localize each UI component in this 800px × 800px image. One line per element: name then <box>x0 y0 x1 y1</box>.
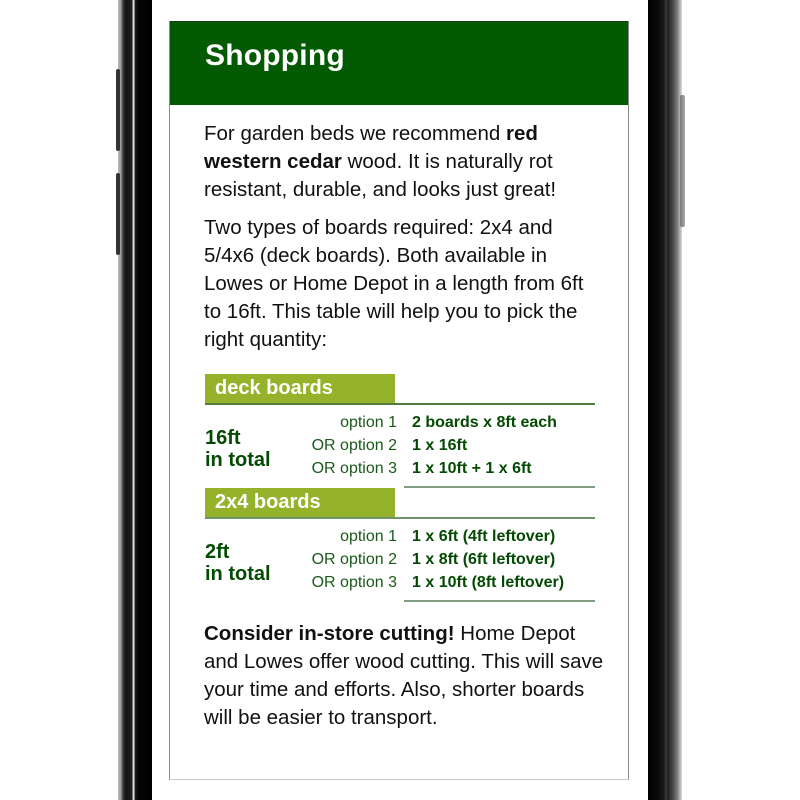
option-labels: option 1 OR option 2 OR option 3 <box>285 525 397 594</box>
total-value: 2ft <box>205 541 230 563</box>
option-label: OR option 2 <box>311 437 397 454</box>
category-header: 2x4 boards <box>205 488 395 517</box>
total-caption: in total <box>205 449 271 471</box>
page-header: Shopping <box>170 21 628 105</box>
tip-highlight: Consider in-store cutting! <box>204 622 455 645</box>
intro-paragraph-1: For garden beds we recommend red western… <box>204 120 604 204</box>
option-value: 1 x 10ft (8ft leftover) <box>412 574 565 591</box>
option-values: 1 x 6ft (4ft leftover) 1 x 8ft (6ft left… <box>412 525 612 594</box>
divider <box>404 486 595 488</box>
phone-power-button <box>680 95 685 227</box>
option-value: 2 boards x 8ft each <box>412 414 557 431</box>
phone-side-button <box>116 173 120 255</box>
option-label: option 1 <box>340 528 397 545</box>
intro-text-part: For garden beds we recommend <box>204 122 506 145</box>
option-value: 1 x 10ft + 1 x 6ft <box>412 460 532 477</box>
intro-text: For garden beds we recommend red western… <box>204 120 604 364</box>
option-label: OR option 3 <box>311 574 397 591</box>
total-length: 16ft in total <box>205 427 271 471</box>
divider <box>205 517 595 519</box>
page-title: Shopping <box>205 39 345 72</box>
phone-side-button <box>116 69 120 151</box>
screen-card: Shopping For garden beds we recommend re… <box>169 21 629 780</box>
total-caption: in total <box>205 563 271 585</box>
total-value: 16ft <box>205 427 241 449</box>
category-header: deck boards <box>205 374 395 403</box>
tip-text: Consider in-store cutting! Home Depot an… <box>204 620 604 742</box>
divider <box>205 403 595 405</box>
option-value: 1 x 6ft (4ft leftover) <box>412 528 556 545</box>
total-length: 2ft in total <box>205 541 271 585</box>
option-label: option 1 <box>340 414 397 431</box>
option-value: 1 x 16ft <box>412 437 468 454</box>
option-label: OR option 3 <box>311 460 397 477</box>
option-value: 1 x 8ft (6ft leftover) <box>412 551 556 568</box>
phone-frame-left <box>118 0 152 800</box>
phone-frame-right <box>648 0 682 800</box>
divider <box>404 600 595 602</box>
option-values: 2 boards x 8ft each 1 x 16ft 1 x 10ft + … <box>412 411 612 480</box>
tip-paragraph: Consider in-store cutting! Home Depot an… <box>204 620 604 732</box>
option-labels: option 1 OR option 2 OR option 3 <box>285 411 397 480</box>
intro-paragraph-2: Two types of boards required: 2x4 and 5/… <box>204 216 584 351</box>
option-label: OR option 2 <box>311 551 397 568</box>
